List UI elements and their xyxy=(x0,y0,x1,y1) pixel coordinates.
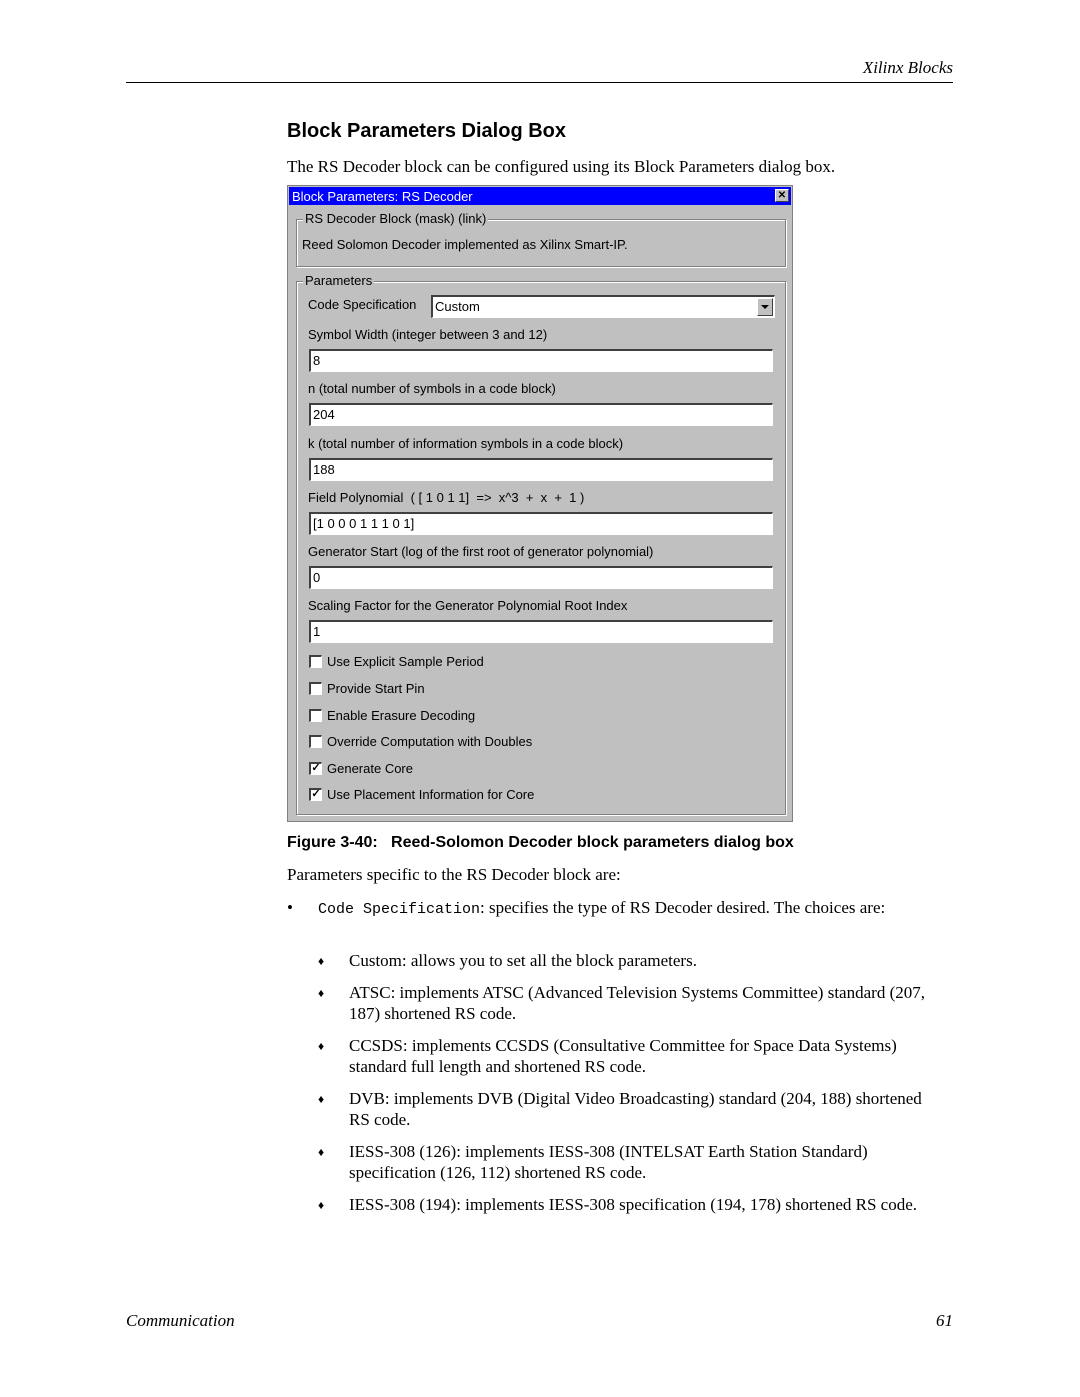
list-item-text: IESS-308 (126): implements IESS-308 (INT… xyxy=(349,1142,868,1182)
bullet-icon: • xyxy=(287,898,293,917)
checkbox-box[interactable] xyxy=(309,709,322,722)
checkbox-label: Enable Erasure Decoding xyxy=(327,708,476,723)
symbol-width-label: Symbol Width (integer between 3 and 12) xyxy=(308,327,548,342)
checkbox-box-checked[interactable]: ✓ xyxy=(309,788,322,801)
bullet-description: : specifies the type of RS Decoder desir… xyxy=(480,898,886,917)
generator-start-label: Generator Start (log of the first root o… xyxy=(308,544,654,559)
scaling-factor-input[interactable]: 1 xyxy=(309,620,773,643)
running-header: Xilinx Blocks xyxy=(862,58,953,77)
parameters-groupbox: Parameters Code Specification Custom Sym… xyxy=(296,273,786,815)
field-polynomial-label: Field Polynomial ( [ 1 0 1 1] => x^3 + x… xyxy=(308,490,585,505)
checkbox-box-checked[interactable]: ✓ xyxy=(309,762,322,775)
k-symbols-label: k (total number of information symbols i… xyxy=(308,436,624,451)
diamond-bullet-icon: ♦ xyxy=(318,1092,325,1106)
diamond-bullet-icon: ♦ xyxy=(318,1198,325,1212)
section-title: Block Parameters Dialog Box xyxy=(287,120,566,142)
close-icon: ✕ xyxy=(777,190,787,201)
page-number: 61 xyxy=(936,1311,953,1330)
list-item-text: IESS-308 (194): implements IESS-308 spec… xyxy=(349,1195,917,1214)
checkbox-label: Generate Core xyxy=(327,761,413,776)
mask-group-legend: RS Decoder Block (mask) (link) xyxy=(303,211,489,226)
checkbox-box[interactable] xyxy=(309,655,322,668)
n-symbols-input[interactable]: 204 xyxy=(309,403,773,426)
list-item-text: ATSC: implements ATSC (Advanced Televisi… xyxy=(349,983,925,1023)
checkbox-label: Use Explicit Sample Period xyxy=(327,654,484,669)
field-polynomial-input[interactable]: [1 0 0 0 1 1 1 0 1] xyxy=(309,512,773,535)
code-specification-select[interactable]: Custom xyxy=(431,295,775,318)
bullet-text: Code Specification: specifies the type o… xyxy=(318,897,938,920)
code-specification-label: Code Specification xyxy=(308,297,417,312)
header-rule xyxy=(126,82,953,83)
intro-paragraph: The RS Decoder block can be configured u… xyxy=(287,157,836,176)
diamond-bullet-icon: ♦ xyxy=(318,986,325,1000)
diamond-bullet-icon: ♦ xyxy=(318,954,325,968)
mask-description: Reed Solomon Decoder implemented as Xili… xyxy=(302,237,628,252)
generator-start-input[interactable]: 0 xyxy=(309,566,773,589)
checkbox-label: Use Placement Information for Core xyxy=(327,787,535,802)
diamond-bullet-icon: ♦ xyxy=(318,1145,325,1159)
checkbox-label: Override Computation with Doubles xyxy=(327,734,533,749)
block-parameters-dialog: Block Parameters: RS Decoder ✕ RS Decode… xyxy=(287,185,793,822)
parameters-group-legend: Parameters xyxy=(303,273,375,288)
checkbox-box[interactable] xyxy=(309,735,322,748)
list-item-text: DVB: implements DVB (Digital Video Broad… xyxy=(349,1089,922,1129)
code-term: Code Specification xyxy=(318,901,481,918)
n-symbols-label: n (total number of symbols in a code blo… xyxy=(308,381,556,396)
diamond-bullet-icon: ♦ xyxy=(318,1039,325,1053)
list-item-text: Custom: allows you to set all the block … xyxy=(349,951,697,970)
dialog-title: Block Parameters: RS Decoder xyxy=(292,189,473,204)
scaling-factor-label: Scaling Factor for the Generator Polynom… xyxy=(308,598,628,613)
chevron-down-icon xyxy=(761,305,769,309)
figure-caption: Figure 3-40: Reed-Solomon Decoder block … xyxy=(287,834,794,851)
close-button[interactable]: ✕ xyxy=(775,189,789,202)
checkbox-box[interactable] xyxy=(309,682,322,695)
dropdown-button[interactable] xyxy=(757,298,773,316)
mask-groupbox: RS Decoder Block (mask) (link) Reed Solo… xyxy=(296,211,786,267)
k-symbols-input[interactable]: 188 xyxy=(309,458,773,481)
list-item-text: CCSDS: implements CCSDS (Consultative Co… xyxy=(349,1036,897,1076)
footer-chapter: Communication xyxy=(126,1311,235,1330)
symbol-width-input[interactable]: 8 xyxy=(309,349,773,372)
code-specification-value: Custom xyxy=(435,299,480,314)
checkbox-label: Provide Start Pin xyxy=(327,681,425,696)
params-intro: Parameters specific to the RS Decoder bl… xyxy=(287,865,621,884)
dialog-titlebar[interactable]: Block Parameters: RS Decoder ✕ xyxy=(289,187,791,205)
